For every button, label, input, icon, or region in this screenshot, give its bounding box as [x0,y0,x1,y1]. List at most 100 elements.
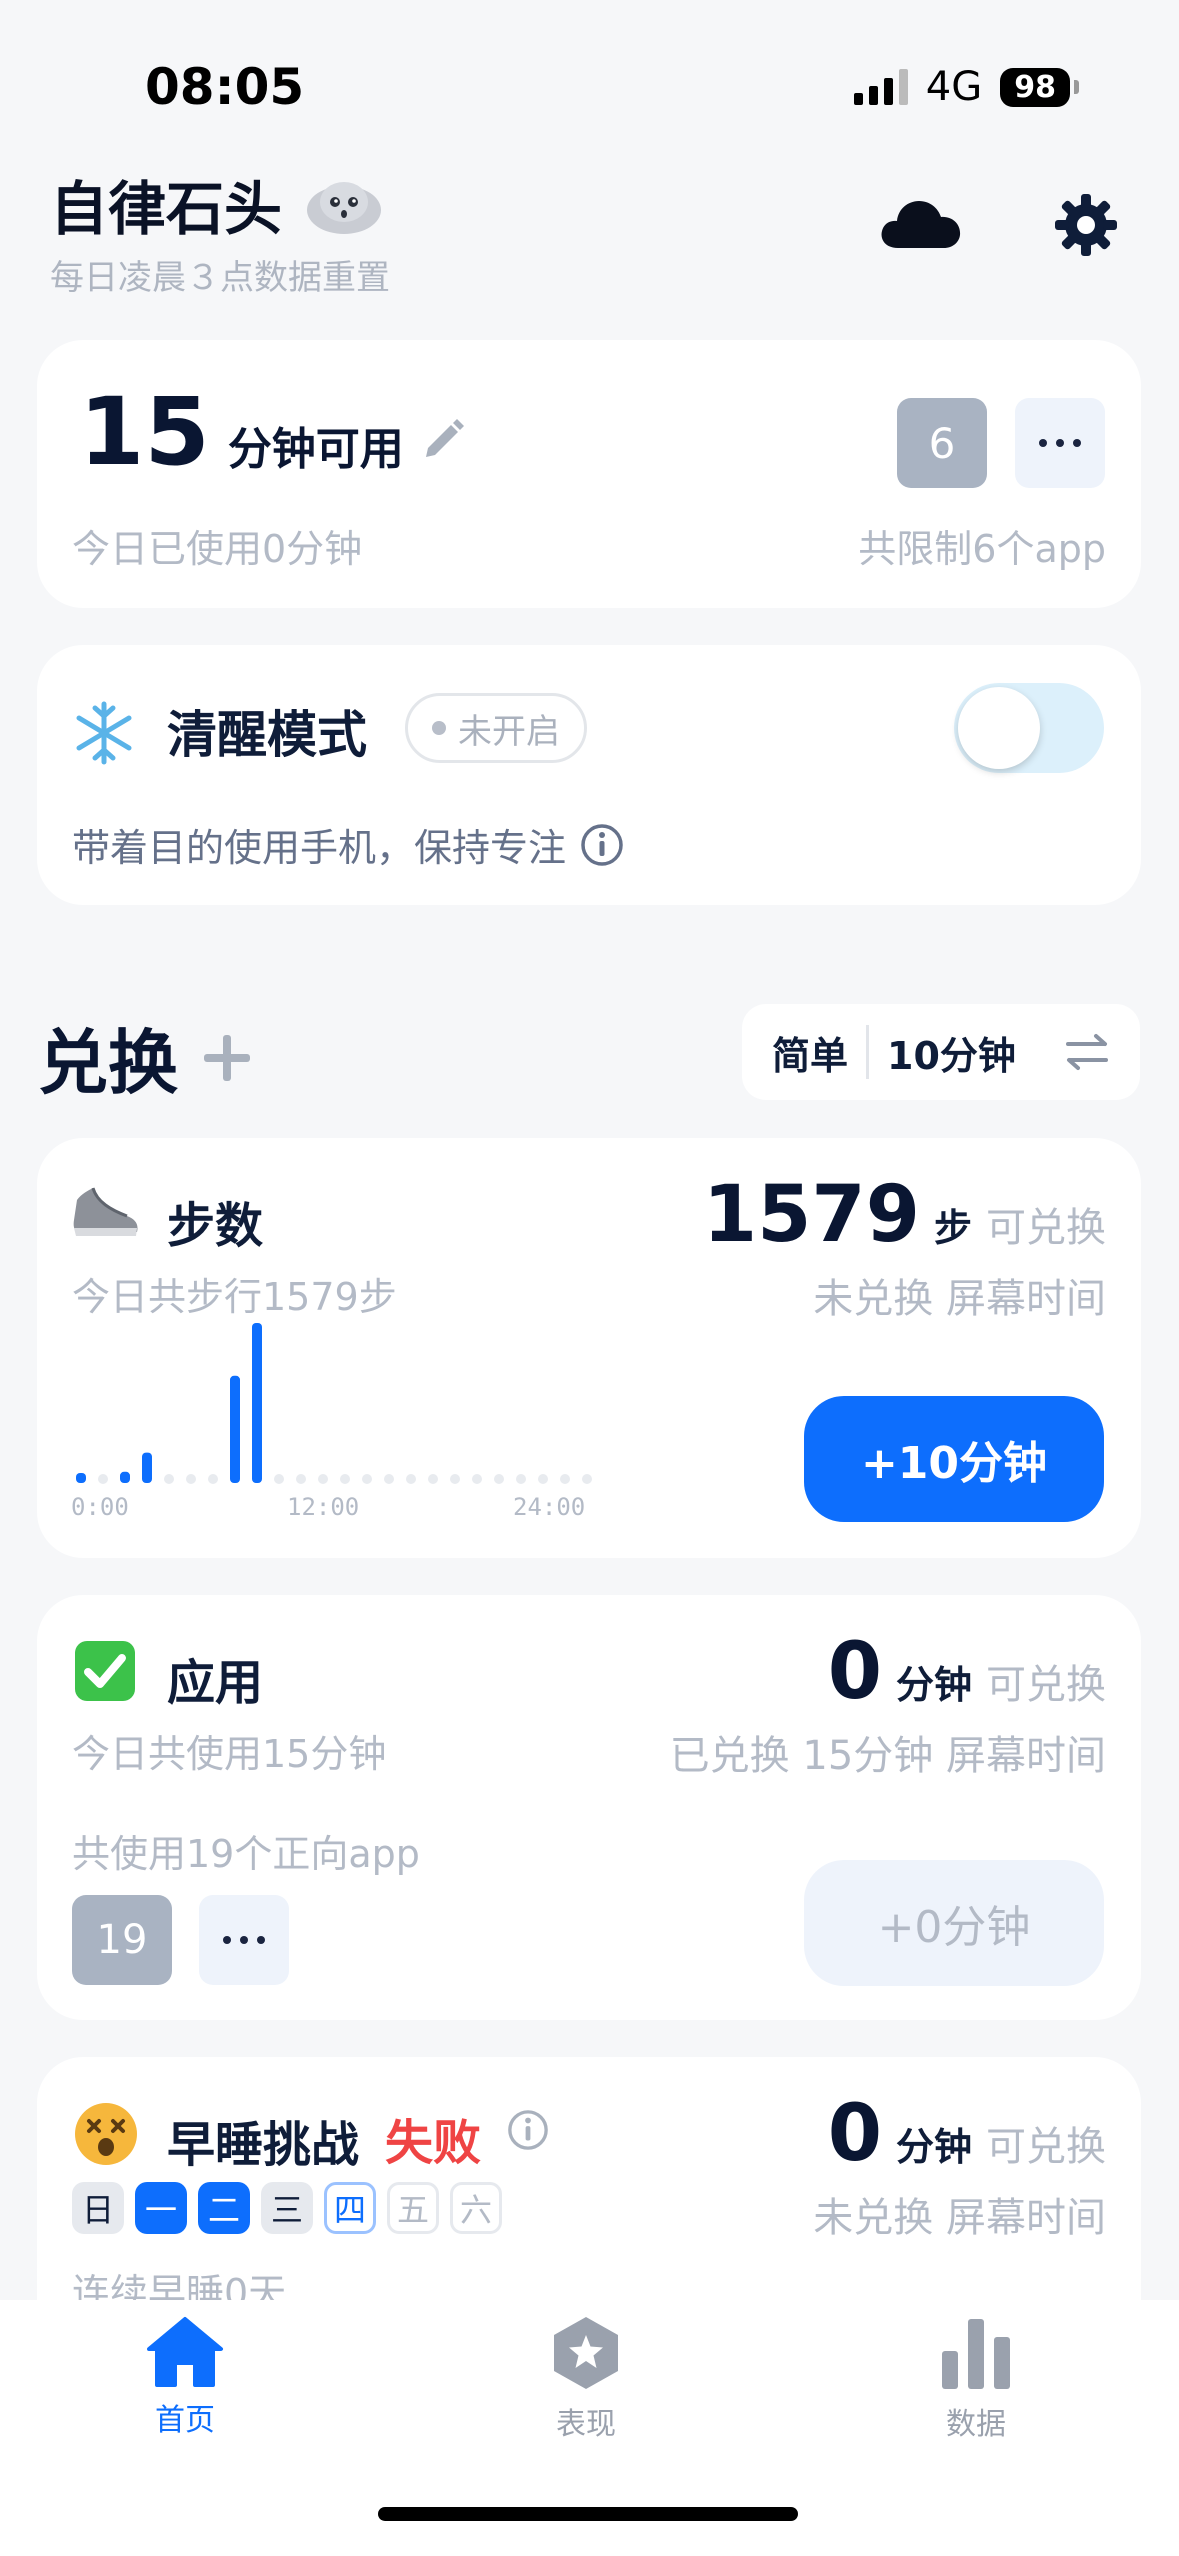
steps-bar-empty [450,1474,460,1484]
steps-bar-empty [384,1474,394,1484]
day-fri: 五 [387,2182,439,2234]
pencil-icon[interactable] [422,415,468,461]
sleep-value-row: 0 分钟 可兑换 [828,2089,1106,2179]
badge-star-icon [554,2317,618,2389]
used-today: 今日已使用0分钟 [72,527,363,571]
tab-performance[interactable]: 表现 [550,2315,622,2443]
steps-bar [142,1452,152,1483]
bar-chart-icon [942,2319,1010,2389]
steps-status: 未兑换 屏幕时间 [813,1276,1106,1322]
steps-bar-empty [208,1474,218,1484]
apps-redeemable: 可兑换 [986,1662,1106,1708]
sober-description: 带着目的使用手机，保持专注 [72,826,567,870]
sleep-status: 未兑换 屏幕时间 [813,2195,1106,2241]
status-indicators: 4G 98 [853,64,1079,110]
info-icon[interactable] [507,2109,549,2151]
check-icon [75,1641,135,1701]
steps-bar-empty [560,1474,570,1484]
sleep-redeemable: 可兑换 [986,2124,1106,2170]
limit-card[interactable]: 15 分钟可用 今日已使用0分钟 6 共限制6个app [37,340,1141,608]
sober-status-badge: 未开启 [405,693,587,763]
apps-card: 应用 今日共使用15分钟 0 分钟 可兑换 已兑换 15分钟 屏幕时间 共使用1… [37,1595,1141,2020]
steps-value-row: 1579 步 可兑换 [703,1170,1106,1260]
steps-bar-empty [428,1474,438,1484]
steps-bar [230,1375,240,1483]
day-tue: 二 [198,2182,250,2234]
steps-bar-empty [340,1474,350,1484]
steps-bar [76,1473,86,1483]
exchange-title: 兑换 [38,1022,178,1104]
day-thu: 四 [324,2182,376,2234]
home-icon [147,2317,223,2387]
steps-bar-empty [274,1474,284,1484]
add-icon[interactable] [200,1031,254,1085]
day-mon: 一 [135,2182,187,2234]
sober-mode-title: 清醒模式 [167,706,367,764]
positive-app-count-button[interactable]: 19 [72,1895,172,1985]
chart-label-mid: 12:00 [287,1493,360,1521]
positive-app-text: 共使用19个正向app [72,1832,420,1876]
cloud-icon[interactable] [880,192,962,250]
network-label: 4G [925,64,983,110]
available-unit: 分钟可用 [227,424,404,475]
info-icon[interactable] [580,823,624,867]
tab-data[interactable]: 数据 [940,2315,1012,2443]
sober-mode-card: 清醒模式 未开启 带着目的使用手机，保持专注 [37,645,1141,905]
exchange-settings[interactable]: 简单 10分钟 [742,1004,1140,1100]
steps-hourly-chart [76,1323,592,1484]
steps-subtitle: 今日共步行1579步 [72,1275,397,1319]
sober-status-text: 未开启 [458,711,560,752]
tab-performance-label: 表现 [556,2407,616,2442]
more-apps-button[interactable] [1015,398,1105,488]
steps-card: 步数 今日共步行1579步 1579 步 可兑换 未兑换 屏幕时间 0:00 1… [37,1138,1141,1558]
swap-icon [1066,1034,1108,1070]
tab-data-label: 数据 [946,2407,1006,2442]
home-indicator [378,2507,798,2521]
page-title-row: 自律石头 [50,162,384,246]
steps-title: 步数 [167,1198,264,1254]
more-icon [223,1936,265,1944]
battery-icon [1074,80,1079,94]
chart-label-end: 24:00 [513,1493,586,1521]
sober-mode-toggle[interactable] [954,683,1104,773]
limited-app-count-button[interactable]: 6 [897,398,987,488]
dizzy-face-icon [75,2103,137,2165]
steps-bar [252,1323,262,1483]
battery-level: 98 [1000,67,1070,107]
sober-description-row: 带着目的使用手机，保持专注 [72,817,624,872]
redeem-steps-button[interactable]: +10分钟 [804,1396,1104,1522]
steps-bar-empty [494,1474,504,1484]
steps-bar [120,1471,130,1483]
sleep-result: 失败 [385,2115,482,2171]
status-time: 08:05 [145,58,305,116]
redeem-apps-button[interactable]: +0分钟 [804,1860,1104,1986]
available-minutes: 15 [79,378,210,487]
steps-bar-empty [186,1474,196,1484]
toggle-knob [958,687,1040,769]
shoe-icon [73,1187,138,1236]
stone-mascot-icon [307,182,382,234]
tab-home[interactable]: 首页 [145,2315,225,2439]
exchange-interval: 10分钟 [887,1033,1016,1078]
steps-bar-empty [406,1474,416,1484]
gear-icon[interactable] [1054,193,1118,257]
limit-app-text: 共限制6个app [858,527,1106,571]
more-positive-apps-button[interactable] [199,1895,289,1985]
reset-hint: 每日凌晨３点数据重置 [50,258,390,298]
apps-value: 0 [827,1627,882,1717]
available-minutes-row: 15 分钟可用 [79,378,468,487]
steps-bar-empty [538,1474,548,1484]
steps-bar-empty [472,1474,482,1484]
exchange-header: 兑换 [38,1007,254,1108]
tab-home-label: 首页 [155,2403,215,2438]
sleep-value: 0 [827,2089,882,2179]
apps-title: 应用 [167,1655,264,1711]
snowflake-icon [76,701,132,765]
steps-bar-empty [582,1474,592,1484]
steps-unit: 步 [933,1206,972,1250]
sleep-title: 早睡挑战 [167,2117,360,2173]
steps-bar-empty [164,1474,174,1484]
steps-bar-empty [516,1474,526,1484]
status-dot [432,721,446,735]
apps-subtitle: 今日共使用15分钟 [72,1732,387,1776]
